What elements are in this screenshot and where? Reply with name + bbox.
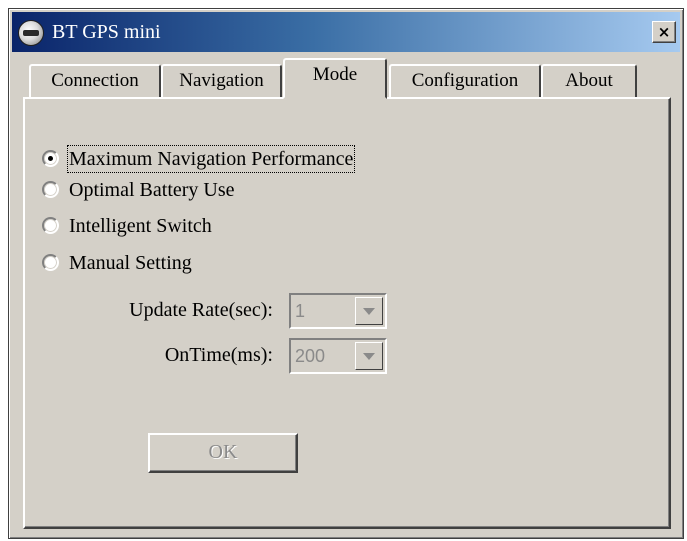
gps-receiver-icon [18, 20, 44, 46]
tab-about[interactable]: About [541, 64, 637, 98]
window-title: BT GPS mini [52, 21, 161, 43]
app-window: BT GPS mini × Connection Navigation Mode… [8, 8, 684, 539]
tab-mode[interactable]: Mode [283, 58, 387, 99]
mode-tab-panel [23, 97, 671, 529]
close-button[interactable]: × [652, 21, 676, 43]
title-bar[interactable]: BT GPS mini × [12, 12, 680, 52]
tab-configuration[interactable]: Configuration [389, 64, 541, 98]
tab-connection[interactable]: Connection [29, 64, 161, 98]
tab-navigation[interactable]: Navigation [161, 64, 282, 98]
